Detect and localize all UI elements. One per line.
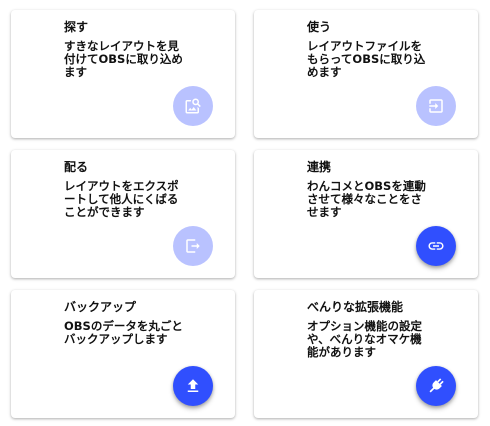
feature-card-use: 使う レイアウトファイルをもらってOBSに取り込めます xyxy=(254,10,478,138)
feature-card-distribute: 配る レイアウトをエクスポートして他人にくばることができます xyxy=(11,150,235,278)
card-title: 配る xyxy=(64,160,89,174)
card-title: 使う xyxy=(307,20,332,34)
card-description: OBSのデータを丸ごとバックアップします xyxy=(64,319,183,346)
upload-icon xyxy=(187,379,199,392)
extensions-button[interactable] xyxy=(416,366,456,406)
feature-card-search: 探す すきなレイアウトを見付けてOBSに取り込めます xyxy=(11,10,235,138)
export-layout-button[interactable] xyxy=(173,226,213,266)
card-title: べんりな拡張機能 xyxy=(307,300,404,314)
import-layout-button[interactable] xyxy=(416,86,456,126)
backup-button[interactable] xyxy=(173,366,213,406)
link-obs-button[interactable] xyxy=(416,226,456,266)
plugin-icon xyxy=(429,378,444,393)
import-icon xyxy=(429,99,443,113)
card-description: わんコメとOBSを連動させて様々なことをさせます xyxy=(307,179,426,219)
card-title: バックアップ xyxy=(64,300,137,314)
export-icon xyxy=(186,239,200,253)
image-search-icon xyxy=(185,98,201,114)
card-title: 連携 xyxy=(307,160,332,174)
feature-card-extensions: べんりな拡張機能 オプション機能の設定や、べんりなオマケ機能があります xyxy=(254,290,478,418)
card-description: レイアウトファイルをもらってOBSに取り込めます xyxy=(307,39,426,79)
link-icon xyxy=(428,242,444,250)
card-description: すきなレイアウトを見付けてOBSに取り込めます xyxy=(64,39,183,79)
card-title: 探す xyxy=(64,20,89,34)
search-layout-button[interactable] xyxy=(173,86,213,126)
card-description: オプション機能の設定や、べんりなオマケ機能があります xyxy=(307,319,422,359)
feature-card-link: 連携 わんコメとOBSを連動させて様々なことをさせます xyxy=(254,150,478,278)
feature-card-backup: バックアップ OBSのデータを丸ごとバックアップします xyxy=(11,290,235,418)
card-description: レイアウトをエクスポートして他人にくばることができます xyxy=(64,179,179,219)
